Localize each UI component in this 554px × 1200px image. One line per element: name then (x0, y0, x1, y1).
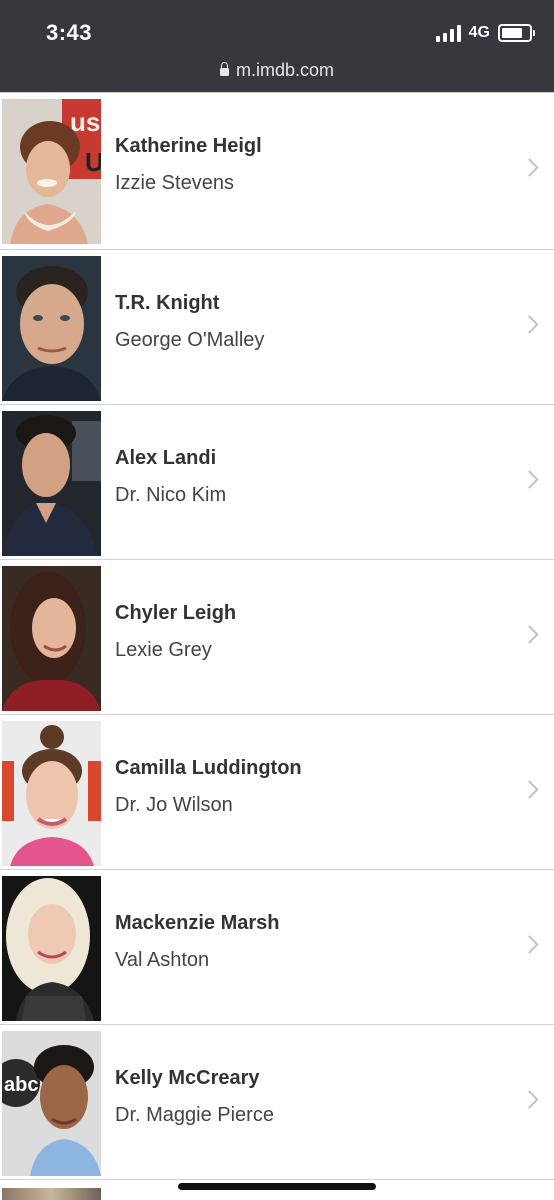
url-text: m.imdb.com (235, 60, 334, 80)
actor-name: Alex Landi (115, 447, 217, 469)
actor-photo (2, 256, 101, 401)
actor-name: Mackenzie Marsh (115, 912, 280, 934)
character-name: George O'Malley (115, 329, 265, 351)
character-name: Val Ashton (115, 949, 210, 971)
cast-row[interactable]: Chyler Leigh Lexie Grey (0, 560, 554, 715)
cast-row[interactable]: T.R. Knight George O'Malley (0, 250, 554, 405)
cast-row[interactable]: abc Kelly McCreary Dr. Maggie Pierce (0, 1025, 554, 1180)
actor-photo: abc (2, 1031, 101, 1176)
svg-text:abc: abc (4, 1074, 38, 1096)
actor-photo: us U (2, 99, 101, 244)
actor-name: Camilla Luddington (115, 757, 302, 779)
chevron-right-icon (520, 780, 539, 799)
chevron-right-icon (520, 935, 539, 954)
cast-row[interactable]: Alex Landi Dr. Nico Kim (0, 405, 554, 560)
cast-row[interactable]: Mackenzie Marsh Val Ashton (0, 870, 554, 1025)
character-name: Izzie Stevens (115, 172, 234, 194)
chevron-right-icon (520, 1090, 539, 1109)
actor-photo (2, 721, 101, 866)
battery-icon (498, 24, 535, 42)
character-name: Lexie Grey (115, 639, 212, 661)
character-name: Dr. Maggie Pierce (115, 1104, 274, 1126)
svg-text:U: U (85, 147, 101, 177)
character-name: Dr. Nico Kim (115, 484, 227, 506)
cast-row[interactable]: Camilla Luddington Dr. Jo Wilson (0, 715, 554, 870)
chevron-right-icon (520, 625, 539, 644)
actor-name: Katherine Heigl (115, 135, 262, 157)
lock-icon (219, 62, 229, 76)
home-indicator[interactable] (178, 1183, 376, 1190)
cast-row[interactable]: us U Katherine Heigl Izzie Stevens (0, 92, 554, 250)
network-type: 4G (468, 24, 490, 41)
chevron-right-icon (520, 315, 539, 334)
actor-photo (2, 411, 101, 556)
actor-name: Kelly McCreary (115, 1067, 260, 1089)
address-bar[interactable]: m.imdb.com (0, 60, 554, 81)
status-icons: 4G (435, 22, 535, 44)
actor-name: Chyler Leigh (115, 602, 237, 624)
chevron-right-icon (520, 470, 539, 489)
actor-photo (2, 566, 101, 711)
character-name: Dr. Jo Wilson (115, 794, 233, 816)
chevron-right-icon (520, 158, 539, 177)
actor-name: T.R. Knight (115, 292, 220, 314)
actor-photo (2, 876, 101, 1021)
browser-top-bar: 3:43 4G m.imdb.com (0, 0, 554, 92)
signal-bars-icon (435, 24, 461, 42)
actor-photo (2, 1188, 101, 1200)
cast-list: us U Katherine Heigl Izzie Stevens T.R. … (0, 92, 554, 1180)
status-time: 3:43 (46, 20, 93, 45)
